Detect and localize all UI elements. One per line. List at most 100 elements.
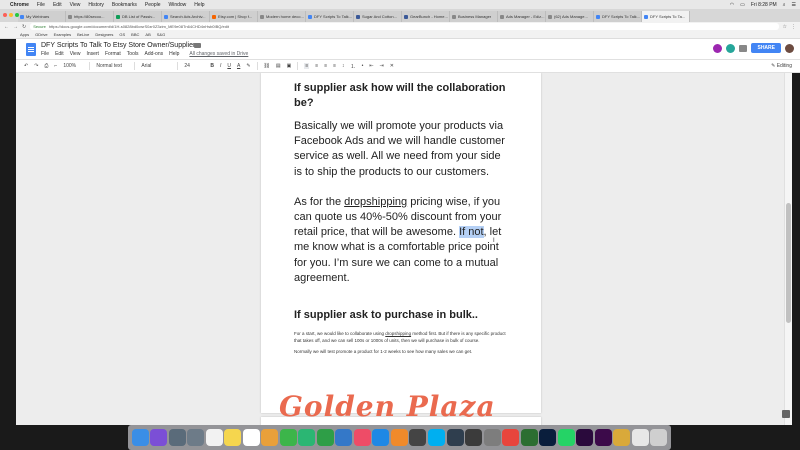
bold-button[interactable]: B [210, 63, 214, 69]
screenflow-icon[interactable] [409, 429, 427, 446]
photos-icon[interactable] [261, 429, 279, 446]
star-icon[interactable]: ☆ [783, 24, 787, 30]
italic-button[interactable]: I [220, 63, 221, 69]
browser-tab[interactable]: Business Manager [450, 11, 498, 22]
font-select[interactable]: Arial [141, 63, 171, 69]
sunflower-icon[interactable] [613, 429, 631, 446]
wifi-icon[interactable]: ◠ [730, 2, 734, 8]
font-size-select[interactable]: 24 [184, 63, 204, 69]
selected-text[interactable]: If not [459, 226, 484, 239]
url-field[interactable]: Secure https://docs.google.com/document/… [30, 23, 779, 30]
bulleted-list-icon[interactable]: • [362, 63, 364, 69]
zoom-window-icon[interactable] [15, 13, 19, 17]
close-window-icon[interactable] [3, 13, 7, 17]
user-avatar[interactable] [785, 43, 794, 53]
menu-history[interactable]: History [88, 2, 104, 8]
text-color-button[interactable]: A [237, 63, 240, 69]
zoom-select[interactable]: 100% [63, 63, 83, 69]
system-preferences-icon[interactable] [483, 429, 501, 446]
docs-menu-format[interactable]: Format [105, 51, 121, 57]
bookmark-designers[interactable]: Designers [95, 32, 113, 37]
document-page[interactable]: If supplier ask how will the collaborati… [261, 73, 541, 413]
camtasia-icon[interactable] [520, 429, 538, 446]
menu-dots-icon[interactable]: ⋮ [791, 24, 796, 30]
finder-icon[interactable] [131, 429, 149, 446]
redo-icon[interactable]: ↷ [34, 63, 38, 69]
menu-people[interactable]: People [145, 2, 161, 8]
forward-icon[interactable]: → [13, 24, 18, 30]
align-left-icon[interactable]: ≡ [304, 63, 310, 69]
align-center-icon[interactable]: ≡ [315, 63, 318, 69]
photoshop-icon[interactable] [539, 429, 557, 446]
skype-icon[interactable] [428, 429, 445, 446]
highlight-icon[interactable]: ✎ [246, 63, 250, 69]
document-title[interactable]: DFY Scripts To Talk To Etsy Store Owner/… [41, 42, 195, 49]
browser-tab[interactable]: DFY Scripts To Talk... [306, 11, 354, 22]
paint-format-icon[interactable]: ⌐ [54, 63, 57, 69]
reminders-icon[interactable] [242, 429, 260, 446]
bookmark-apps[interactable]: Apps [20, 32, 29, 37]
paragraph-bulk[interactable]: For a start, we would like to collaborat… [294, 331, 509, 344]
docs-menu-edit[interactable]: Edit [55, 51, 64, 57]
docs-logo-icon[interactable] [26, 43, 36, 56]
menu-window[interactable]: Window [169, 2, 187, 8]
underline-button[interactable]: U [227, 63, 231, 69]
folder-icon[interactable] [194, 43, 201, 48]
docs-menu-view[interactable]: View [70, 51, 81, 57]
line-spacing-icon[interactable]: ↕ [342, 63, 345, 69]
paragraph-pricing[interactable]: As for the dropshipping pricing wise, if… [294, 195, 509, 286]
document-canvas[interactable]: If supplier ask how will the collaborati… [16, 73, 792, 425]
undo-icon[interactable]: ↶ [24, 63, 28, 69]
decrease-indent-icon[interactable]: ⇤ [369, 63, 373, 69]
style-select[interactable]: Normal text [96, 63, 128, 69]
bookmark-gs[interactable]: GS [119, 32, 125, 37]
chrome-icon[interactable] [502, 429, 520, 446]
rocket-icon[interactable] [187, 429, 205, 446]
docs-menu-insert[interactable]: Insert [86, 51, 99, 57]
browser-tab[interactable]: Modern home deco... [258, 11, 306, 22]
browser-tab[interactable]: DFY Scripts To Talk... [594, 11, 642, 22]
notes-icon[interactable] [224, 429, 242, 446]
menu-edit[interactable]: Edit [53, 2, 62, 8]
keynote-icon[interactable] [335, 429, 353, 446]
bookmark-gdrive[interactable]: GDrive [35, 32, 47, 37]
save-status[interactable]: All changes saved in Drive [189, 51, 248, 57]
collaborator-avatar-2[interactable] [726, 43, 736, 53]
trash-icon[interactable] [650, 429, 668, 446]
minimize-window-icon[interactable] [9, 13, 13, 17]
battery-icon[interactable]: ▭ [740, 2, 745, 8]
menu-view[interactable]: View [70, 2, 81, 8]
quicktime-icon[interactable] [446, 429, 464, 446]
menu-help[interactable]: Help [194, 2, 204, 8]
bookmark-bbc[interactable]: BBC [131, 32, 139, 37]
comment-add-icon[interactable]: ▤ [276, 63, 281, 69]
heading-bulk[interactable]: If supplier ask to purchase in bulk.. [294, 308, 509, 323]
siri-icon[interactable] [150, 429, 168, 446]
paragraph-promote[interactable]: Basically we will promote your products … [294, 119, 509, 180]
scrollbar-thumb[interactable] [786, 203, 791, 323]
premiere-icon[interactable] [576, 429, 594, 446]
editing-mode-select[interactable]: ✎ Editing [771, 63, 792, 69]
whatsapp-icon[interactable] [557, 429, 575, 446]
browser-tab[interactable]: https://80secoo... [66, 11, 114, 22]
comments-icon[interactable] [739, 44, 748, 52]
notification-icon[interactable]: ☰ [792, 2, 796, 8]
bookmark-examples[interactable]: Examples [54, 32, 72, 37]
align-right-icon[interactable]: ≡ [324, 63, 327, 69]
dropshipping-link-2[interactable]: dropshipping [385, 331, 411, 336]
preview-icon[interactable] [631, 429, 649, 446]
app-store-icon[interactable] [372, 429, 390, 446]
numbers-icon[interactable] [316, 429, 334, 446]
clear-format-icon[interactable]: ✕ [390, 63, 394, 69]
docs-menu-addons[interactable]: Add-ons [144, 51, 163, 57]
facetime-icon[interactable] [279, 429, 297, 446]
dropshipping-link[interactable]: dropshipping [344, 196, 407, 208]
menu-file[interactable]: File [37, 2, 45, 8]
reload-icon[interactable]: ↻ [22, 24, 26, 30]
link-icon[interactable]: ⛓ [264, 63, 270, 69]
browser-tab[interactable]: (62) Ads Manage... [546, 11, 594, 22]
browser-tab[interactable]: My Webinars [18, 11, 66, 22]
browser-tab[interactable]: Etsy.com | Shop f... [210, 11, 258, 22]
docs-menu-file[interactable]: File [41, 51, 49, 57]
docs-menu-tools[interactable]: Tools [127, 51, 139, 57]
